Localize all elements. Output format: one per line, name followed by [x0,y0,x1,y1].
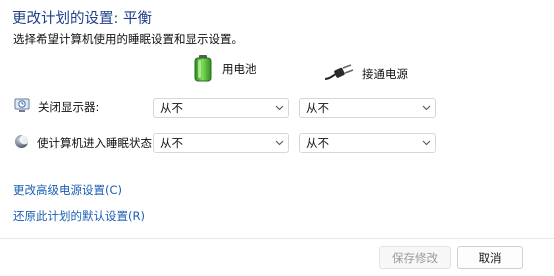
column-label-plugged-in: 接通电源 [362,67,408,81]
chevron-down-icon [417,99,435,117]
setting-label: 关闭显示器: [38,100,100,114]
sleep-on-battery-select[interactable]: 从不 [153,133,289,153]
sleep-moon-icon [14,134,30,152]
setting-row-turn-off-display: 关闭显示器: [14,98,99,116]
footer-divider [0,238,554,239]
setting-label: 使计算机进入睡眠状态: [37,136,156,150]
selected-value: 从不 [160,101,183,115]
selected-value: 从不 [160,136,183,150]
page-subtitle: 选择希望计算机使用的睡眠设置和显示设置。 [13,32,243,46]
column-header-on-battery: 用电池 [192,54,257,81]
power-plug-icon [324,63,354,85]
save-changes-button[interactable]: 保存修改 [379,246,451,269]
display-off-plugged-in-select[interactable]: 从不 [299,98,436,118]
selected-value: 从不 [306,136,329,150]
column-header-plugged-in: 接通电源 [324,63,408,85]
chevron-down-icon [270,134,288,152]
page-title: 更改计划的设置: 平衡 [12,11,152,27]
chevron-down-icon [417,134,435,152]
sleep-plugged-in-select[interactable]: 从不 [299,133,436,153]
chevron-down-icon [270,99,288,117]
selected-value: 从不 [306,101,329,115]
display-off-on-battery-select[interactable]: 从不 [153,98,289,118]
display-icon [14,98,30,116]
restore-defaults-link[interactable]: 还原此计划的默认设置(R) [13,208,145,224]
battery-icon [192,54,214,85]
column-label-on-battery: 用电池 [222,62,257,76]
cancel-button[interactable]: 取消 [457,246,523,269]
setting-row-sleep: 使计算机进入睡眠状态: [14,134,156,152]
advanced-power-settings-link[interactable]: 更改高级电源设置(C) [13,182,122,198]
